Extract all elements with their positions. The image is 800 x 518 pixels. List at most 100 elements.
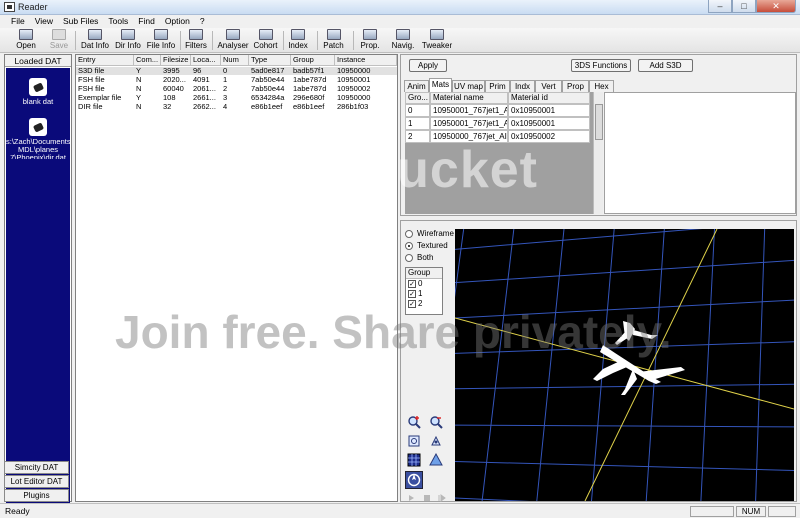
mat-col-id[interactable]: Material id (508, 92, 590, 104)
navig-button[interactable]: Navig. (390, 29, 416, 52)
checkbox-checked[interactable]: ✓ (408, 290, 416, 298)
group-item[interactable]: ✓ 0 (406, 279, 442, 289)
cell-group: badb57f1 (293, 67, 325, 75)
close-button[interactable]: ✕ (756, 0, 796, 13)
table-row[interactable]: FSH file N 2020... 4091 1 7ab50e44 1abe7… (76, 76, 397, 84)
toolbar-separator (283, 31, 284, 50)
3d-viewport[interactable] (455, 229, 794, 501)
cohort-button[interactable]: Cohort (252, 29, 279, 52)
radio-wireframe[interactable]: Wireframe (405, 228, 454, 239)
grid-icon[interactable] (407, 453, 421, 467)
group-label: 1 (418, 289, 423, 298)
index-button[interactable]: Index (287, 29, 309, 52)
analyser-button[interactable]: Analyser (217, 29, 249, 52)
analyser-icon (226, 29, 240, 40)
radio-textured[interactable]: Textured (405, 240, 448, 251)
zoom-in-icon[interactable] (407, 415, 421, 429)
tab-hex[interactable]: Hex (589, 80, 614, 92)
menu-sub-files[interactable]: Sub Files (58, 15, 103, 28)
open-button[interactable]: Open (12, 29, 40, 52)
dat-item-blank[interactable]: blank dat (6, 78, 70, 106)
mat-col-name[interactable]: Material name (430, 92, 508, 104)
menu-tools[interactable]: Tools (103, 15, 133, 28)
table-row[interactable]: DIR file N 32 2662... 4 e86b1eef e86b1ee… (76, 103, 397, 111)
table-row[interactable]: Exemplar file Y 108 2661... 3 6534284a 2… (76, 94, 397, 102)
table-row[interactable]: FSH file N 60040 2061... 2 7ab50e44 1abe… (76, 85, 397, 93)
dat-item-planes[interactable]: s:\Zach\Documents\ MDL\planes 7\Phoenix\… (6, 118, 70, 159)
col-header-compressed[interactable]: Com... (134, 55, 161, 66)
patch-button[interactable]: Patch (322, 29, 345, 52)
apply-button[interactable]: Apply (409, 59, 447, 72)
radio-both[interactable]: Both (405, 252, 433, 263)
save-button[interactable]: Save (46, 29, 72, 52)
plugins-button[interactable]: Plugins (4, 489, 69, 502)
dir-info-button[interactable]: Dir Info (113, 29, 143, 52)
tab-indx[interactable]: Indx (510, 80, 535, 92)
status-num: NUM (736, 506, 766, 517)
menu-view[interactable]: View (30, 15, 58, 28)
tab-uv-map[interactable]: UV map (452, 80, 485, 92)
col-header-num[interactable]: Num (221, 55, 249, 66)
dat-item-path-3: 7\Phoenix\dir.dat (10, 154, 66, 159)
group-item[interactable]: ✓ 2 (406, 299, 442, 309)
mat-col-group[interactable]: Gro... (405, 92, 430, 104)
cell-entry: Exemplar file (78, 94, 122, 102)
menu-help[interactable]: ? (195, 15, 210, 28)
cell-location: 4091 (193, 76, 210, 84)
tab-prim[interactable]: Prim (485, 80, 510, 92)
mat-cell-name[interactable]: 10950000_767jet_AIR (430, 130, 508, 143)
zoom-fit-icon[interactable] (407, 434, 421, 448)
rotate-icon[interactable] (429, 434, 443, 448)
materials-scrollbar[interactable] (593, 92, 603, 214)
col-header-group[interactable]: Group (291, 55, 335, 66)
mat-cell-name[interactable]: 10950001_767jet1_AIR (430, 104, 508, 117)
zoom-out-icon[interactable] (429, 415, 443, 429)
tab-prop[interactable]: Prop (562, 80, 589, 92)
cell-location: 2662... (193, 103, 216, 111)
loaded-dat-list[interactable]: blank dat s:\Zach\Documents\ MDL\planes … (6, 68, 70, 514)
maximize-button[interactable]: □ (732, 0, 756, 13)
table-row[interactable]: S3D file Y 3995 96 0 5ad0e817 badb57f1 1… (76, 67, 397, 75)
cell-group: 1abe787d (293, 76, 327, 84)
tab-mats[interactable]: Mats (429, 78, 452, 92)
col-header-location[interactable]: Loca... (191, 55, 221, 66)
col-header-instance[interactable]: Instance (335, 55, 397, 66)
checkbox-checked[interactable]: ✓ (408, 280, 416, 288)
file-info-button[interactable]: File Info (146, 29, 176, 52)
tweaker-button[interactable]: Tweaker (421, 29, 453, 52)
toolbar-separator (75, 31, 76, 50)
menu-find[interactable]: Find (133, 15, 160, 28)
menu-file[interactable]: File (6, 15, 30, 28)
dat-info-button[interactable]: Dat Info (79, 29, 111, 52)
group-item[interactable]: ✓ 1 (406, 289, 442, 299)
3ds-functions-button[interactable]: 3DS Functions (571, 59, 631, 72)
mat-cell-name[interactable]: 10950001_767jet1_AIR (430, 117, 508, 130)
col-header-filesize[interactable]: Filesize (161, 55, 191, 66)
status-bar: Ready NUM (0, 503, 800, 518)
scrollbar-thumb[interactable] (595, 104, 603, 140)
minimize-button[interactable]: – (708, 0, 732, 13)
menu-option[interactable]: Option (160, 15, 195, 28)
lot-editor-dat-button[interactable]: Lot Editor DAT (4, 475, 69, 488)
filter-icon (189, 29, 203, 40)
texture-icon[interactable] (429, 453, 443, 467)
viewport-grid (455, 229, 794, 501)
status-text: Ready (5, 506, 30, 516)
prop-button[interactable]: Prop. (359, 29, 381, 52)
add-s3d-button[interactable]: Add S3D (638, 59, 693, 72)
navigation-icon[interactable] (405, 471, 423, 489)
loaded-dat-header: Loaded DAT (5, 55, 71, 67)
checkbox-checked[interactable]: ✓ (408, 300, 416, 308)
app-icon (4, 2, 15, 12)
playback-controls-icon[interactable] (407, 494, 447, 502)
col-header-type[interactable]: Type (249, 55, 291, 66)
dir-info-label: Dir Info (115, 41, 141, 50)
filters-button[interactable]: Filters (184, 29, 208, 52)
mat-cell-id[interactable]: 0x10950001 (508, 117, 590, 130)
simcity-dat-button[interactable]: Simcity DAT (4, 461, 69, 474)
tab-vert[interactable]: Vert (535, 80, 562, 92)
mat-cell-id[interactable]: 0x10950002 (508, 130, 590, 143)
mat-cell-id[interactable]: 0x10950001 (508, 104, 590, 117)
col-header-entry[interactable]: Entry (76, 55, 134, 66)
tab-anim[interactable]: Anim (404, 80, 429, 92)
